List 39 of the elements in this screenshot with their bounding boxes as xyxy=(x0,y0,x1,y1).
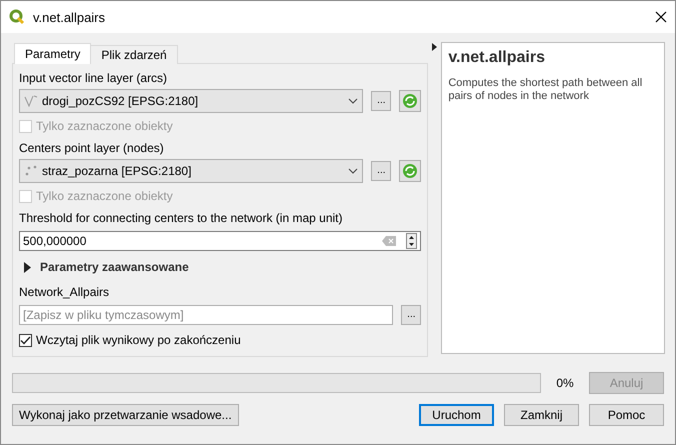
dialog-button[interactable]: Zamknij xyxy=(504,404,579,426)
refresh-button[interactable] xyxy=(399,160,422,182)
output-file-field[interactable]: [Zapisz w pliku tymczasowym] xyxy=(19,305,394,325)
field-label: Input vector line layer (arcs) xyxy=(19,70,168,87)
number-field[interactable]: 500,000000 xyxy=(19,231,422,251)
checkbox-label: Tylko zaznaczone obiekty xyxy=(36,189,173,203)
spinner-icon[interactable] xyxy=(406,233,418,249)
collapse-arrow-icon[interactable] xyxy=(432,43,438,51)
field-label: Network_Allpairs xyxy=(19,284,110,301)
section-toggle[interactable]: Parametry zaawansowane xyxy=(19,254,422,280)
refresh-icon xyxy=(402,93,418,109)
refresh-button[interactable] xyxy=(399,90,422,112)
refresh-icon xyxy=(402,163,418,179)
close-icon[interactable] xyxy=(655,11,667,23)
tab[interactable]: Plik zdarzeń xyxy=(90,45,178,64)
point-layer-icon xyxy=(24,165,38,177)
help-text: Computes the shortest path between all pairs of nodes in the network xyxy=(448,77,644,103)
dialog-button[interactable]: Wykonaj jako przetwarzanie wsadowe... xyxy=(12,404,239,426)
window-title: v.net.allpairs xyxy=(33,10,106,24)
checkbox-label: Tylko zaznaczone obiekty xyxy=(36,119,173,133)
browse-button[interactable]: ... xyxy=(401,305,422,325)
field-label: Threshold for connecting centers to the network (in map unit) xyxy=(19,210,344,227)
dropdown-caret-icon[interactable] xyxy=(348,98,358,104)
dropdown-caret-icon[interactable] xyxy=(348,168,358,174)
layer-dropdown[interactable]: drogi_pozCS92 [EPSG:2180] xyxy=(19,89,364,113)
dialog-button[interactable]: Pomoc xyxy=(589,404,664,426)
app-logo-icon xyxy=(9,9,25,25)
line-layer-icon xyxy=(24,95,38,107)
browse-button[interactable]: ... xyxy=(371,161,392,181)
checkbox-label: Wczytaj plik wynikowy po zakończeniu xyxy=(36,333,241,347)
help-title: v.net.allpairs xyxy=(448,49,546,67)
dialog-button[interactable]: Uruchom xyxy=(419,404,494,426)
browse-button[interactable]: ... xyxy=(371,91,392,111)
field-label: Centers point layer (nodes) xyxy=(19,140,165,157)
layer-dropdown[interactable]: straz_pozarna [EPSG:2180] xyxy=(19,159,364,183)
progress-reading: 0% xyxy=(555,376,575,390)
tab[interactable]: Parametry xyxy=(14,43,92,64)
checkbox[interactable] xyxy=(19,334,32,346)
expand-triangle-icon xyxy=(23,262,32,272)
